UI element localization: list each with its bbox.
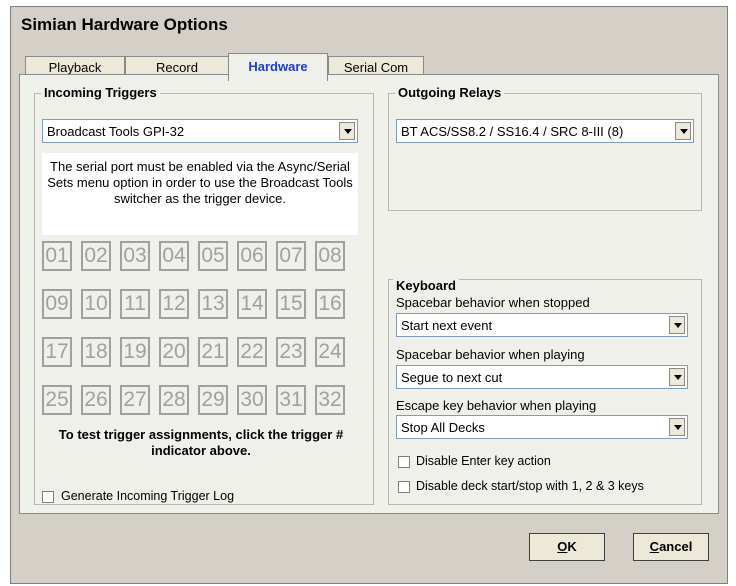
hardware-options-window: Simian Hardware Options Playback Record … <box>10 6 728 584</box>
ok-button-accel: O <box>557 539 568 554</box>
outgoing-relays-label: Outgoing Relays <box>395 85 505 100</box>
spacebar-playing-value: Segue to next cut <box>401 370 503 385</box>
trigger-indicator[interactable]: 25 <box>42 385 72 415</box>
trigger-indicator[interactable]: 08 <box>315 241 345 271</box>
escape-key-select[interactable]: Stop All Decks <box>396 415 688 439</box>
disable-deck-label: Disable deck start/stop with 1, 2 & 3 ke… <box>416 479 644 493</box>
trigger-indicator[interactable]: 27 <box>120 385 150 415</box>
spacebar-playing-label: Spacebar behavior when playing <box>396 347 585 362</box>
outgoing-relays-group: Outgoing Relays <box>388 85 702 211</box>
trigger-indicator[interactable]: 02 <box>81 241 111 271</box>
hardware-tab-panel: Incoming Triggers Broadcast Tools GPI-32… <box>19 74 719 514</box>
trigger-indicator[interactable]: 07 <box>276 241 306 271</box>
trigger-indicator[interactable]: 20 <box>159 337 189 367</box>
escape-key-value: Stop All Decks <box>401 420 485 435</box>
ok-button[interactable]: OK <box>529 533 605 561</box>
outgoing-device-select[interactable]: BT ACS/SS8.2 / SS16.4 / SRC 8-III (8) <box>396 119 694 143</box>
trigger-indicator[interactable]: 01 <box>42 241 72 271</box>
trigger-test-hint: To test trigger assignments, click the t… <box>58 427 344 458</box>
trigger-indicator[interactable]: 28 <box>159 385 189 415</box>
ok-button-label: K <box>567 539 577 554</box>
outgoing-device-value: BT ACS/SS8.2 / SS16.4 / SRC 8-III (8) <box>401 124 624 139</box>
chevron-down-icon[interactable] <box>669 368 685 386</box>
trigger-indicator[interactable]: 06 <box>237 241 267 271</box>
trigger-indicator[interactable]: 05 <box>198 241 228 271</box>
generate-log-label: Generate Incoming Trigger Log <box>61 489 235 503</box>
window-title: Simian Hardware Options <box>21 15 228 34</box>
trigger-indicator[interactable]: 04 <box>159 241 189 271</box>
cancel-button-accel: C <box>649 539 660 554</box>
trigger-indicator[interactable]: 17 <box>42 337 72 367</box>
trigger-indicator[interactable]: 09 <box>42 289 72 319</box>
incoming-triggers-label: Incoming Triggers <box>41 85 160 100</box>
trigger-indicator[interactable]: 10 <box>81 289 111 319</box>
trigger-indicator[interactable]: 30 <box>237 385 267 415</box>
trigger-indicator[interactable]: 23 <box>276 337 306 367</box>
trigger-indicator[interactable]: 32 <box>315 385 345 415</box>
serial-port-info: The serial port must be enabled via the … <box>42 153 358 235</box>
incoming-device-select[interactable]: Broadcast Tools GPI-32 <box>42 119 358 143</box>
cancel-button[interactable]: Cancel <box>633 533 709 561</box>
trigger-indicator[interactable]: 16 <box>315 289 345 319</box>
trigger-indicator[interactable]: 22 <box>237 337 267 367</box>
trigger-indicator[interactable]: 26 <box>81 385 111 415</box>
trigger-indicator[interactable]: 29 <box>198 385 228 415</box>
trigger-indicator[interactable]: 11 <box>120 289 150 319</box>
trigger-indicator[interactable]: 19 <box>120 337 150 367</box>
generate-log-checkbox[interactable] <box>42 491 54 503</box>
keyboard-label: Keyboard <box>393 278 459 293</box>
chevron-down-icon[interactable] <box>675 122 691 140</box>
trigger-indicator[interactable]: 21 <box>198 337 228 367</box>
disable-deck-checkbox[interactable] <box>398 481 410 493</box>
chevron-down-icon[interactable] <box>669 316 685 334</box>
escape-key-label: Escape key behavior when playing <box>396 398 597 413</box>
incoming-device-value: Broadcast Tools GPI-32 <box>47 124 185 139</box>
trigger-indicator[interactable]: 18 <box>81 337 111 367</box>
trigger-indicator[interactable]: 31 <box>276 385 306 415</box>
spacebar-playing-select[interactable]: Segue to next cut <box>396 365 688 389</box>
title-bar: Simian Hardware Options <box>11 7 727 43</box>
trigger-indicator[interactable]: 12 <box>159 289 189 319</box>
spacebar-stopped-select[interactable]: Start next event <box>396 313 688 337</box>
disable-enter-checkbox[interactable] <box>398 456 410 468</box>
trigger-indicator[interactable]: 15 <box>276 289 306 319</box>
spacebar-stopped-value: Start next event <box>401 318 493 333</box>
chevron-down-icon[interactable] <box>669 418 685 436</box>
trigger-indicator[interactable]: 13 <box>198 289 228 319</box>
disable-enter-label: Disable Enter key action <box>416 454 551 468</box>
trigger-indicator[interactable]: 14 <box>237 289 267 319</box>
chevron-down-icon[interactable] <box>339 122 355 140</box>
tab-hardware[interactable]: Hardware <box>228 53 328 81</box>
trigger-indicator[interactable]: 03 <box>120 241 150 271</box>
trigger-indicator[interactable]: 24 <box>315 337 345 367</box>
spacebar-stopped-label: Spacebar behavior when stopped <box>396 295 590 310</box>
cancel-button-label: ancel <box>659 539 693 554</box>
